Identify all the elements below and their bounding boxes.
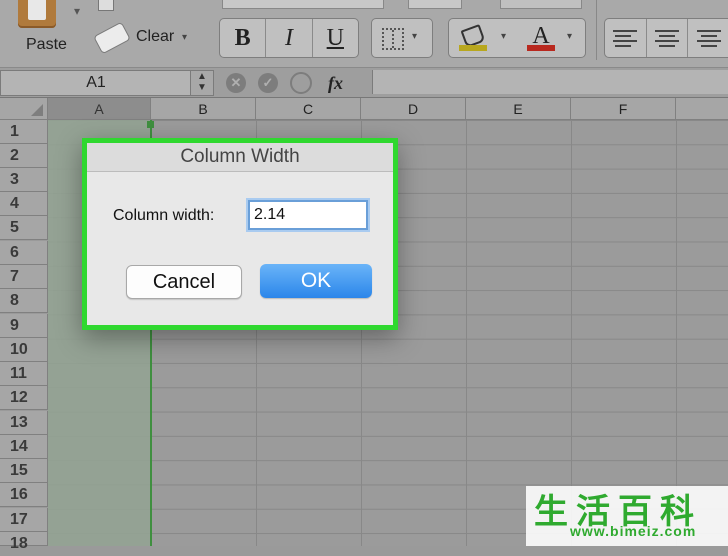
fx-icon[interactable]: fx [328, 73, 343, 94]
format-painter-icon[interactable] [98, 0, 114, 11]
text-format-group: B I U [219, 18, 359, 58]
gridline [466, 120, 467, 546]
row-header[interactable]: 12 [0, 386, 48, 410]
paste-dropdown-icon[interactable]: ▾ [74, 4, 80, 18]
row-header[interactable]: 5 [0, 216, 48, 240]
row-header[interactable]: 17 [0, 508, 48, 532]
paste-button-label[interactable]: Paste [26, 36, 67, 54]
fill-color-button[interactable] [459, 24, 487, 51]
chevron-down-icon: ▾ [182, 32, 188, 43]
cancel-button[interactable]: Cancel [126, 265, 242, 299]
row-header[interactable]: 16 [0, 483, 48, 507]
font-size-dropdown[interactable] [408, 0, 462, 9]
confirm-entry-icon[interactable]: ✓ [258, 73, 278, 93]
font-color-swatch [527, 45, 555, 51]
ok-button[interactable]: OK [260, 264, 372, 298]
row-header[interactable]: 14 [0, 435, 48, 459]
row-header[interactable]: 7 [0, 265, 48, 289]
column-header-f[interactable]: F [571, 98, 676, 120]
align-right-button[interactable] [688, 19, 728, 57]
borders-button[interactable]: ▾ [371, 18, 433, 58]
row-header[interactable]: 11 [0, 362, 48, 386]
column-width-input[interactable] [248, 200, 368, 230]
cancel-entry-icon[interactable]: ✕ [226, 73, 246, 93]
align-left-button[interactable] [605, 19, 647, 57]
row-header[interactable]: 13 [0, 411, 48, 435]
column-width-dialog: Column Width Column width: Cancel OK [87, 143, 393, 325]
font-grow-shrink-buttons[interactable] [500, 0, 582, 9]
column-header-a[interactable]: A [48, 98, 151, 120]
eraser-icon [93, 21, 131, 55]
column-header-b[interactable]: B [151, 98, 256, 120]
alignment-group [604, 18, 728, 58]
clear-button[interactable]: Clear ▾ [93, 21, 196, 56]
row-header[interactable]: 9 [0, 314, 48, 338]
column-header-e[interactable]: E [466, 98, 571, 120]
row-header[interactable]: 6 [0, 241, 48, 265]
borders-icon [382, 28, 404, 50]
row-header[interactable]: 2 [0, 144, 48, 168]
watermark-url: www.bimeiz.com [570, 523, 697, 539]
fill-color-dropdown-icon[interactable]: ▾ [501, 31, 506, 42]
color-group: ▾ A ▾ [448, 18, 586, 58]
name-box-stepper[interactable]: ▲ ▼ [190, 70, 214, 96]
column-header-g[interactable] [676, 98, 728, 120]
name-box[interactable]: A1 [0, 70, 192, 96]
ribbon-divider [596, 0, 597, 60]
clipboard-icon[interactable] [18, 0, 56, 28]
ribbon-toolbar: ▾ Paste Clear ▾ B I U ▾ ▾ A ▾ [0, 0, 728, 68]
column-header-c[interactable]: C [256, 98, 361, 120]
row-header[interactable]: 3 [0, 168, 48, 192]
gridline [676, 120, 677, 546]
font-color-dropdown-icon[interactable]: ▾ [567, 31, 572, 42]
underline-button[interactable]: U [313, 19, 358, 57]
gridline [571, 120, 572, 546]
dialog-title: Column Width [87, 143, 393, 172]
column-width-label: Column width: [113, 207, 215, 224]
row-header[interactable]: 4 [0, 192, 48, 216]
formula-input[interactable] [372, 70, 728, 94]
chevron-down-icon: ▾ [412, 31, 418, 42]
clear-label: Clear [136, 28, 175, 45]
select-all-corner[interactable] [0, 98, 48, 120]
column-header-d[interactable]: D [361, 98, 466, 120]
font-name-dropdown[interactable] [222, 0, 384, 9]
bold-button[interactable]: B [220, 19, 267, 57]
row-header[interactable]: 15 [0, 459, 48, 483]
fill-color-swatch [459, 45, 487, 51]
row-header[interactable]: 10 [0, 338, 48, 362]
fill-handle[interactable] [147, 121, 154, 128]
watermark: 生活百科 www.bimeiz.com [526, 486, 728, 546]
row-header[interactable]: 8 [0, 289, 48, 313]
formula-bar: A1 ▲ ▼ ✕ ✓ fx [0, 68, 728, 98]
insert-function-circle-icon[interactable] [290, 72, 312, 94]
row-header[interactable]: 18 [0, 532, 48, 552]
formula-bar-icons: ✕ ✓ fx [226, 72, 343, 94]
italic-button[interactable]: I [266, 19, 313, 57]
row-header[interactable]: 1 [0, 120, 48, 144]
align-center-button[interactable] [647, 19, 689, 57]
